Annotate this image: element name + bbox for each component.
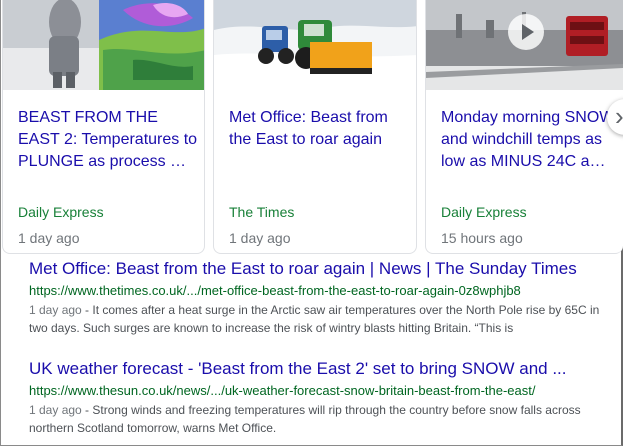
news-card-time: 1 day ago <box>229 230 291 246</box>
news-card-thumbnail[interactable] <box>3 0 204 90</box>
result-snippet: 1 day ago - Strong winds and freezing te… <box>29 401 619 437</box>
result-url[interactable]: https://www.thetimes.co.uk/.../met-offic… <box>29 282 619 300</box>
news-card-thumbnail[interactable] <box>214 0 416 90</box>
result-title-link[interactable]: UK weather forecast - 'Beast from the Ea… <box>29 358 619 380</box>
news-card-source: The Times <box>229 204 295 220</box>
result-snippet-text: - It comes after a heat surge in the Arc… <box>29 303 600 335</box>
news-card-source: Daily Express <box>18 204 104 220</box>
news-card-title[interactable]: Monday morning SNOW and windchill temps … <box>441 107 621 173</box>
result-url[interactable]: https://www.thesun.co.uk/news/.../uk-wea… <box>29 382 619 400</box>
search-result: Met Office: Beast from the East to roar … <box>29 258 619 337</box>
result-date: 1 day ago <box>29 403 82 417</box>
result-title-link[interactable]: Met Office: Beast from the East to roar … <box>29 258 619 280</box>
news-card-thumbnail[interactable] <box>426 0 623 90</box>
play-icon[interactable] <box>508 14 544 50</box>
news-card-time: 1 day ago <box>18 230 80 246</box>
news-card-source: Daily Express <box>441 204 527 220</box>
news-card-title[interactable]: BEAST FROM THE EAST 2: Temperatures to P… <box>18 107 198 173</box>
search-result: UK weather forecast - 'Beast from the Ea… <box>29 358 619 437</box>
news-card[interactable]: Monday morning SNOW and windchill temps … <box>425 0 623 254</box>
result-date: 1 day ago <box>29 303 82 317</box>
news-card-title[interactable]: Met Office: Beast from the East to roar … <box>229 107 409 151</box>
result-snippet: 1 day ago - It comes after a heat surge … <box>29 301 619 337</box>
news-card-time: 15 hours ago <box>441 230 523 246</box>
top-stories-carousel: BEAST FROM THE EAST 2: Temperatures to P… <box>0 0 623 254</box>
news-card[interactable]: BEAST FROM THE EAST 2: Temperatures to P… <box>2 0 205 254</box>
news-card[interactable]: Met Office: Beast from the East to roar … <box>213 0 417 254</box>
result-snippet-text: - Strong winds and freezing temperatures… <box>29 403 581 435</box>
